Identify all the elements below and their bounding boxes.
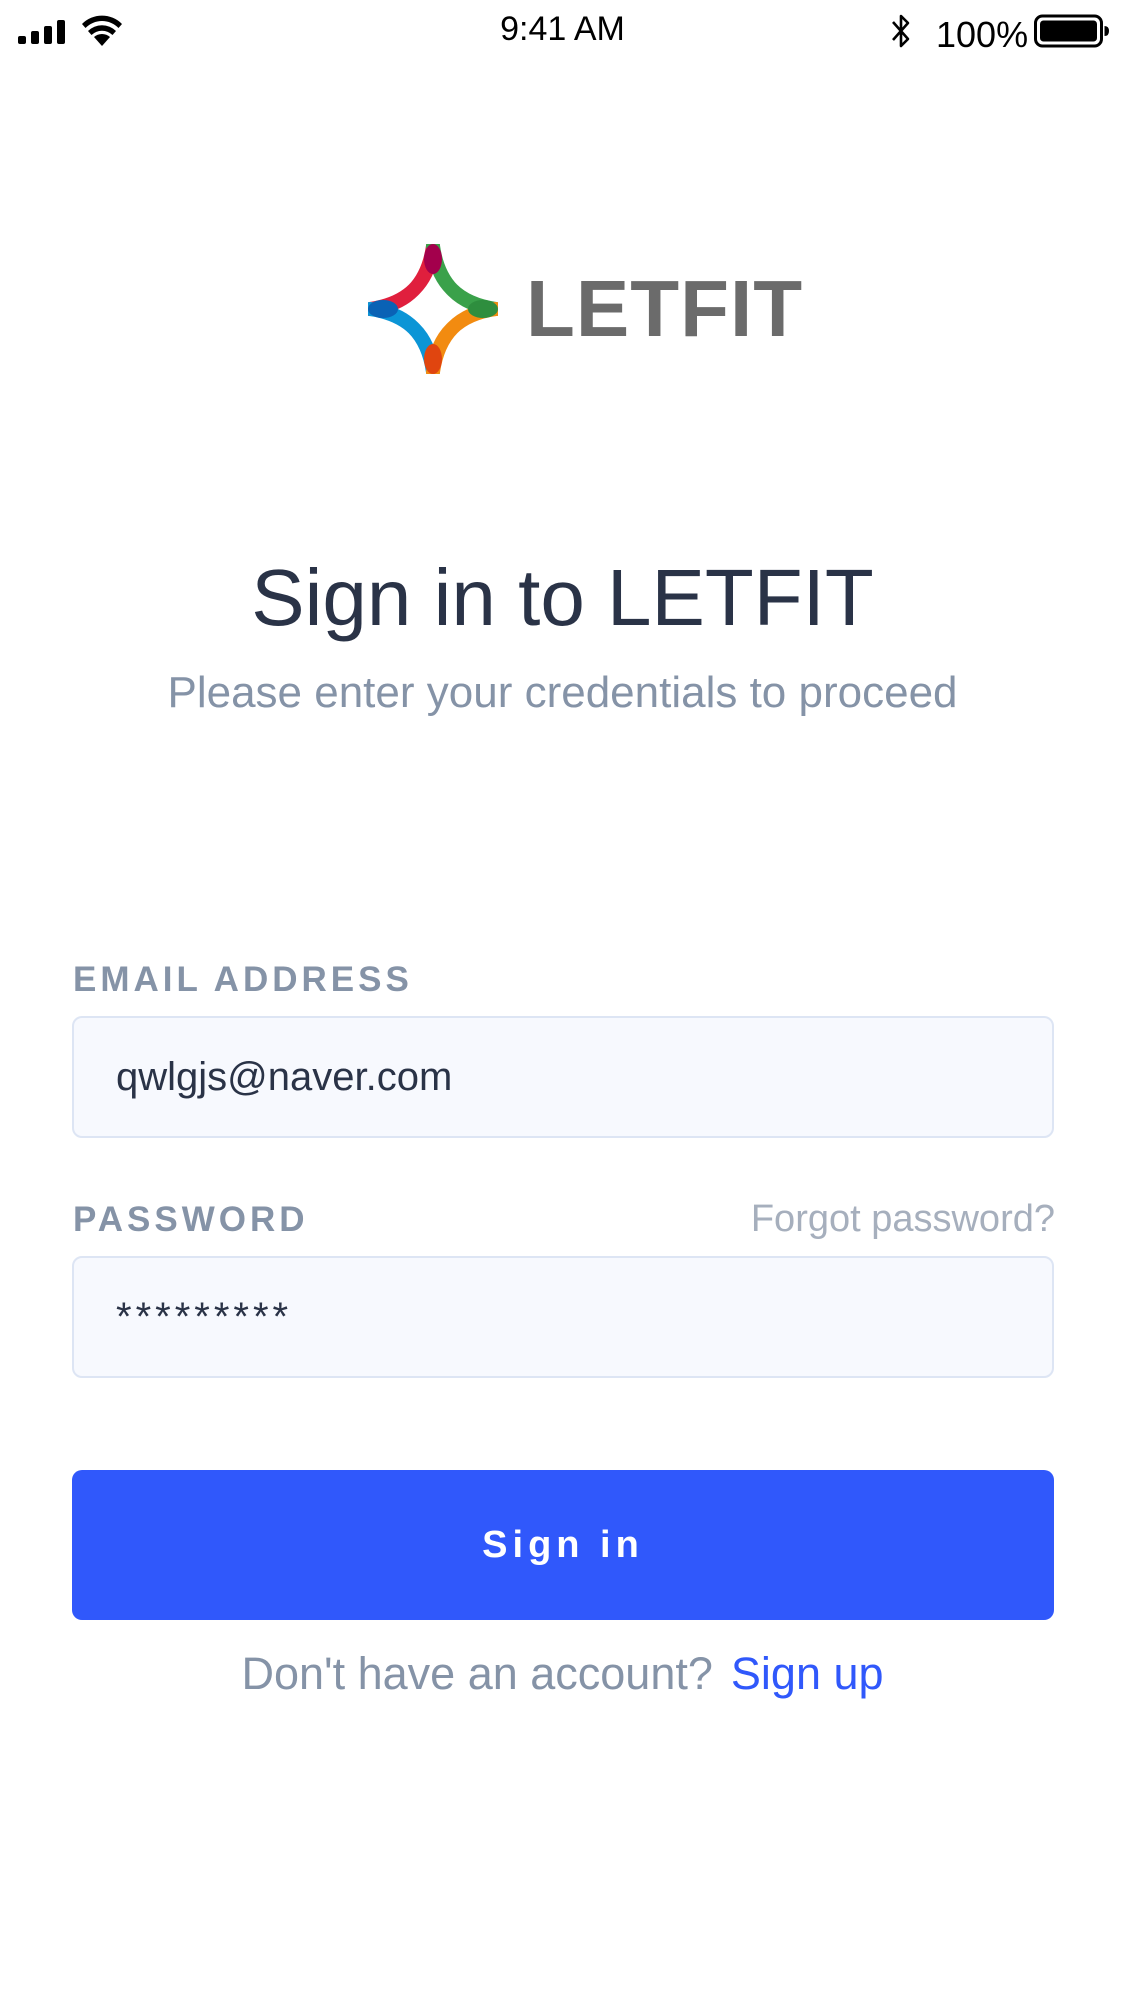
sign-up-link[interactable]: Sign up [731, 1648, 884, 1699]
email-field[interactable]: qwlgjs@naver.com [72, 1016, 1054, 1138]
sign-in-button-label: Sign in [482, 1523, 644, 1566]
app-logo: LETFIT [368, 244, 803, 374]
signup-prompt-text: Don't have an account? [241, 1648, 713, 1699]
bluetooth-icon [892, 14, 910, 48]
status-bar: 9:41 AM 100% [0, 0, 1125, 64]
battery-icon [1034, 14, 1109, 48]
logo-wordmark: LETFIT [526, 264, 804, 353]
page-subtitle: Please enter your credentials to proceed [167, 668, 958, 717]
password-label: PASSWORD [73, 1200, 309, 1239]
email-label: EMAIL ADDRESS [73, 960, 413, 999]
sign-in-button[interactable]: Sign in [72, 1470, 1054, 1620]
password-field[interactable]: ********* [72, 1256, 1054, 1378]
letfit-star-logo-icon [368, 244, 498, 374]
forgot-password-link[interactable]: Forgot password? [751, 1198, 1055, 1241]
signup-prompt: Don't have an account? Sign up [0, 1648, 1125, 1700]
page-title: Sign in to LETFIT [251, 553, 874, 642]
battery-percent: 100% [936, 14, 1029, 55]
